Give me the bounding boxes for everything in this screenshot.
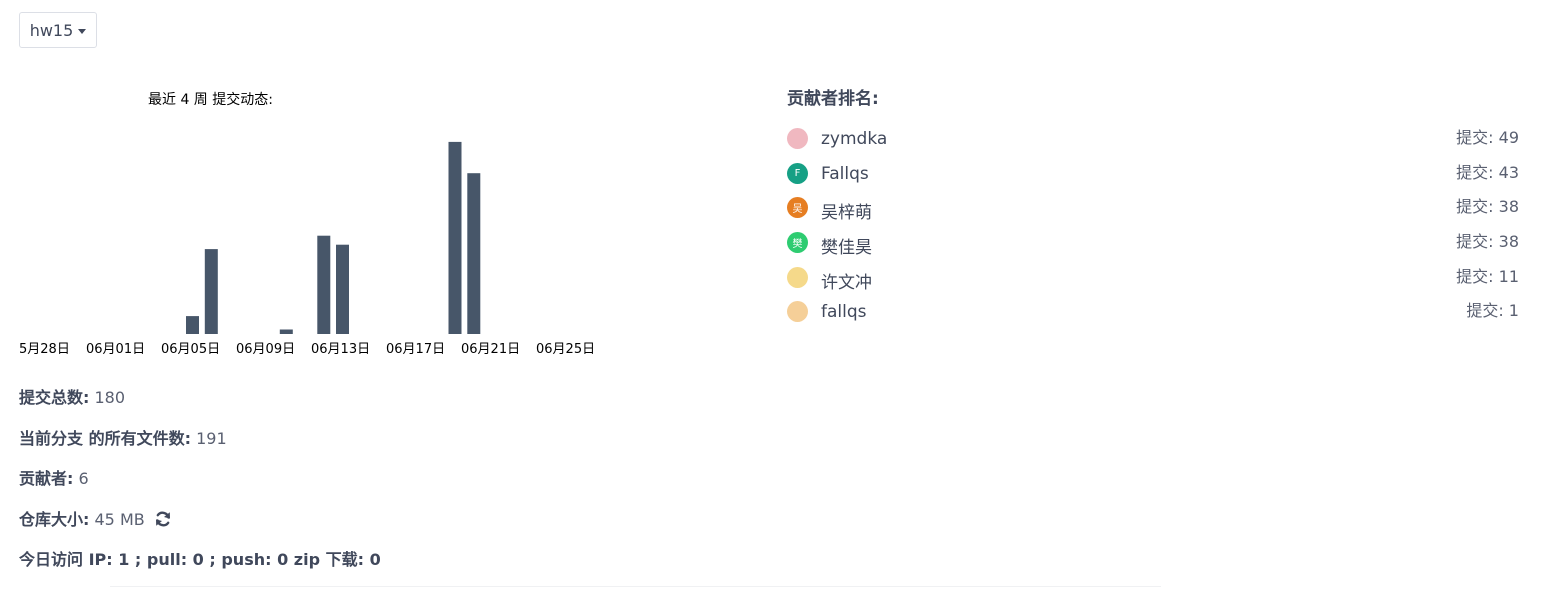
stat-repo-size: 仓库大小: 45 MB xyxy=(19,508,381,549)
chart-bar-06-11 xyxy=(279,329,293,334)
avatar[interactable] xyxy=(787,266,808,288)
stat-total-commits: 提交总数: 180 xyxy=(19,388,126,407)
contributor-name[interactable]: 许文冲 xyxy=(821,268,872,293)
contributor-commit-count: 提交: 11 xyxy=(1456,266,1519,286)
contributor-name[interactable]: 樊佳昊 xyxy=(821,233,872,258)
repo-stats: 提交总数: 180 当前分支 的所有文件数: 191 贡献者: 6 仓库大小: … xyxy=(19,386,381,589)
contributor-name[interactable]: zymdka xyxy=(821,129,887,149)
chart-x-tick-label: 06月01日 xyxy=(86,342,145,357)
contributor-ranking-title: 贡献者排名: xyxy=(787,89,879,109)
contributor-commit-count: 提交: 49 xyxy=(1456,128,1519,147)
chart-x-tick-label: 5月28日 xyxy=(19,342,70,357)
commit-activity-chart: 最近 4 周 提交动态: 5月28日 06月01日 06月05日 06月09日 06月1… xyxy=(19,91,595,357)
contributor-name[interactable]: Fallqs xyxy=(821,164,869,184)
stat-contributors: 贡献者: 6 xyxy=(19,469,89,488)
chart-bar-06-20 xyxy=(448,141,462,334)
contributor-row[interactable]: 樊樊佳昊 提交: 38 xyxy=(787,228,1519,263)
chart-x-tick-label: 06月13日 xyxy=(311,342,370,357)
chart-bar-06-13 xyxy=(317,235,331,334)
contributor-row[interactable]: zymdka 提交: 49 xyxy=(787,124,1519,159)
avatar[interactable] xyxy=(787,128,808,149)
contributor-commit-count: 提交: 38 xyxy=(1456,232,1519,252)
contributor-name[interactable]: 吴梓萌 xyxy=(821,198,872,223)
chart-bar-06-14 xyxy=(336,244,349,334)
stat-file-count: 当前分支 的所有文件数: 191 xyxy=(19,428,227,448)
chart-x-ticks: 5月28日 06月01日 06月05日 06月09日 06月13日 06月17日 06月21… xyxy=(19,342,595,357)
contributor-commit-count: 提交: 38 xyxy=(1456,197,1519,217)
avatar[interactable]: 樊 xyxy=(787,232,808,254)
chart-bar-06-21 xyxy=(467,173,481,334)
contributor-ranking-list: zymdka 提交: 49 F Fallqs 提交: 43 吴吴梓萌 提交: 38 樊樊佳昊提… xyxy=(787,124,1519,332)
branch-label: hw15 xyxy=(29,20,74,40)
chart-x-tick-label: 06月25日 xyxy=(536,342,595,357)
contributor-name[interactable]: fallqs xyxy=(821,302,867,322)
chart-bar-06-06 xyxy=(186,316,199,334)
contributor-commit-count: 提交: 43 xyxy=(1456,162,1519,182)
chart-bar-06-07 xyxy=(204,249,218,334)
avatar[interactable] xyxy=(787,301,808,323)
chart-title: 最近 4 周 提交动态: xyxy=(148,91,273,108)
branch-dropdown-button[interactable]: hw15 xyxy=(19,12,97,48)
avatar[interactable]: F xyxy=(787,162,808,184)
stat-today-visits: 今日访问 IP: 1 ; pull: 0 ; push: 0 zip 下载: 0 xyxy=(19,550,381,569)
refresh-icon[interactable] xyxy=(154,510,172,535)
chart-bars xyxy=(186,141,481,334)
chart-x-tick-label: 06月17日 xyxy=(386,342,445,357)
avatar[interactable]: 吴 xyxy=(787,197,808,219)
chart-x-tick-label: 06月09日 xyxy=(236,342,295,357)
contributor-row[interactable]: F Fallqs 提交: 43 xyxy=(787,159,1519,194)
chart-x-tick-label: 06月05日 xyxy=(161,342,220,357)
contributor-commit-count: 提交: 1 xyxy=(1466,301,1519,321)
chart-x-tick-label: 06月21日 xyxy=(461,342,520,357)
divider xyxy=(110,586,1161,587)
contributor-row[interactable]: 许文冲 提交: 11 xyxy=(787,263,1519,298)
contributor-row[interactable]: 吴吴梓萌 提交: 38 xyxy=(787,193,1519,228)
chevron-down-icon xyxy=(78,28,87,34)
contributor-row[interactable]: fallqs 提交: 1 xyxy=(787,297,1519,332)
